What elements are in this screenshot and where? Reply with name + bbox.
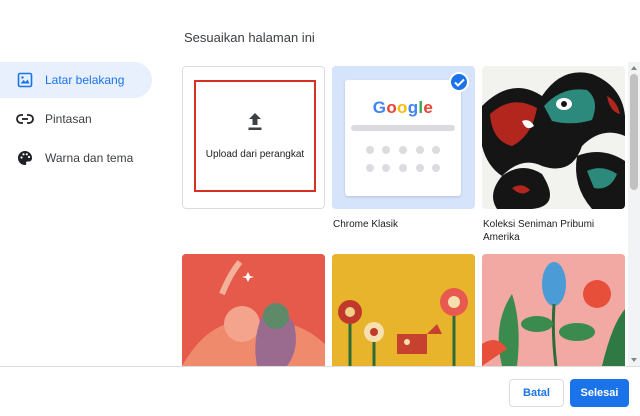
scroll-up-arrow-icon[interactable] xyxy=(631,66,637,70)
art-tile-plants-pink[interactable] xyxy=(482,254,625,366)
footer: Batal Selesai xyxy=(0,366,640,416)
indigenous-art-thumbnail[interactable] xyxy=(482,66,625,209)
background-grid: Upload dari perangkat Google Chrome Klas… xyxy=(180,62,630,366)
sidebar-item-label: Pintasan xyxy=(45,112,92,126)
chrome-classic-caption: Chrome Klasik xyxy=(333,219,399,230)
art-thumbnail-flowers-yellow[interactable] xyxy=(332,254,475,366)
art-tile-women[interactable] xyxy=(182,254,325,366)
palette-icon xyxy=(16,149,34,167)
selected-check-icon xyxy=(449,72,469,92)
chrome-classic-tile[interactable]: Google Chrome Klasik xyxy=(332,66,475,231)
link-icon xyxy=(16,110,34,128)
cancel-button[interactable]: Batal xyxy=(509,379,564,407)
upload-tile[interactable]: Upload dari perangkat xyxy=(182,66,325,209)
sidebar: Latar belakang Pintasan Warna dan tema xyxy=(0,62,160,179)
art-thumbnail-women[interactable] xyxy=(182,254,325,366)
sidebar-item-background[interactable]: Latar belakang xyxy=(0,62,152,98)
art-tile-flowers-yellow[interactable] xyxy=(332,254,475,366)
scroll-thumb[interactable] xyxy=(630,74,638,190)
page-title: Sesuaikan halaman ini xyxy=(184,30,315,45)
art-thumbnail-plants-pink[interactable] xyxy=(482,254,625,366)
shortcut-dots xyxy=(366,146,440,172)
scroll-down-arrow-icon[interactable] xyxy=(631,358,637,362)
upload-label: Upload dari perangkat xyxy=(205,149,305,160)
sidebar-item-shortcuts[interactable]: Pintasan xyxy=(0,101,160,137)
done-button[interactable]: Selesai xyxy=(570,379,629,407)
upload-highlight[interactable]: Upload dari perangkat xyxy=(194,80,316,192)
wallpaper-icon xyxy=(16,71,34,89)
sidebar-item-label: Warna dan tema xyxy=(45,151,134,165)
upload-icon xyxy=(246,112,264,137)
sidebar-item-color-theme[interactable]: Warna dan tema xyxy=(0,140,160,176)
chrome-classic-thumbnail[interactable]: Google xyxy=(332,66,475,209)
upload-tile-box[interactable]: Upload dari perangkat xyxy=(182,66,325,209)
indigenous-collection-caption: Koleksi Seniman Pribumi Amerika xyxy=(483,219,595,243)
indigenous-collection-tile[interactable]: Koleksi Seniman Pribumi Amerika xyxy=(482,66,625,244)
scrollbar[interactable] xyxy=(628,62,640,366)
sidebar-item-label: Latar belakang xyxy=(45,73,125,87)
